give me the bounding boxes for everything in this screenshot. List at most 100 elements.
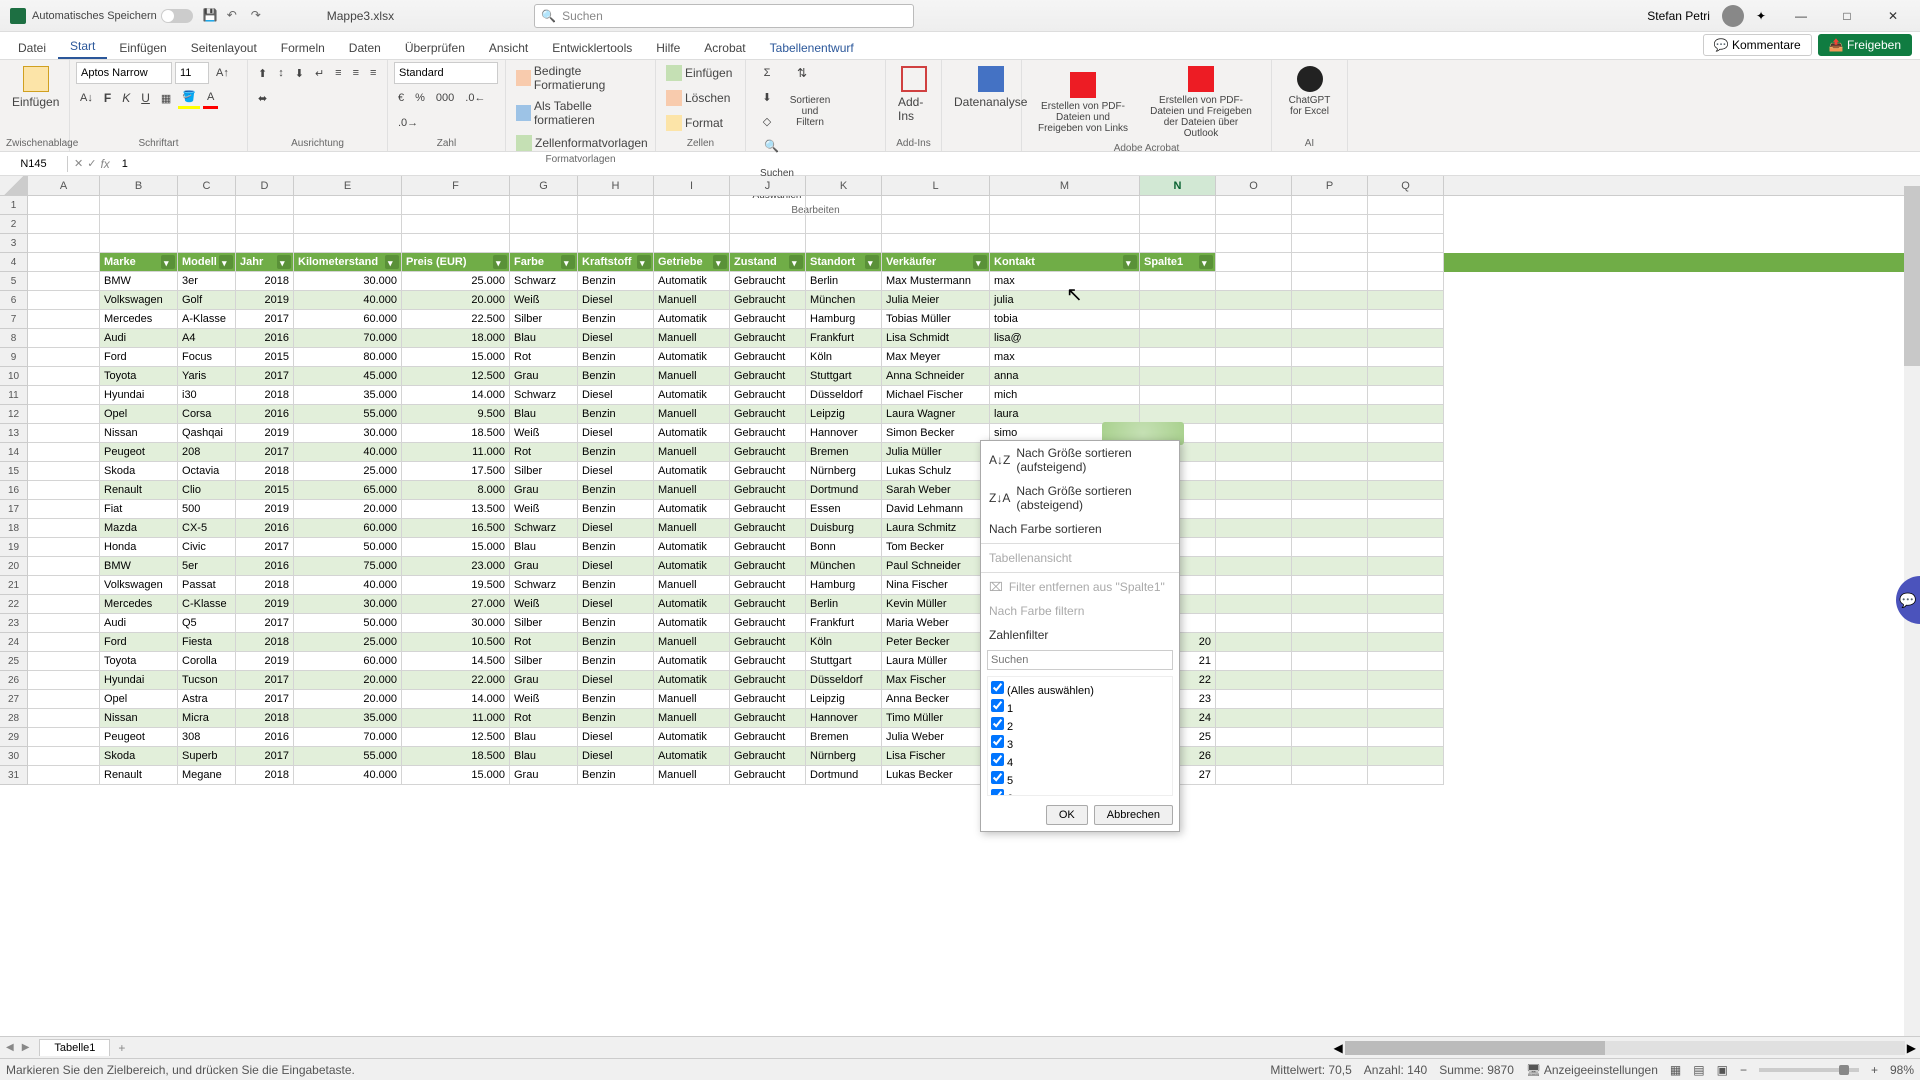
cell[interactable]: [1140, 272, 1216, 291]
cell[interactable]: [28, 538, 100, 557]
cell[interactable]: [28, 367, 100, 386]
font-size-select[interactable]: 11: [175, 62, 209, 84]
cell[interactable]: Octavia: [178, 462, 236, 481]
cell[interactable]: Max Fischer: [882, 671, 990, 690]
cell[interactable]: [28, 595, 100, 614]
cell[interactable]: Toyota: [100, 367, 178, 386]
cell[interactable]: [1140, 310, 1216, 329]
filter-dropdown-icon[interactable]: [637, 255, 651, 269]
cell[interactable]: [806, 215, 882, 234]
save-icon[interactable]: 💾: [203, 8, 219, 24]
cell[interactable]: [1140, 348, 1216, 367]
cell[interactable]: [1216, 291, 1292, 310]
view-normal-icon[interactable]: ▦: [1670, 1063, 1681, 1077]
row-header[interactable]: 1: [0, 196, 28, 215]
cell[interactable]: Julia Müller: [882, 443, 990, 462]
chatgpt-button[interactable]: ChatGPT for Excel: [1278, 62, 1341, 121]
cell[interactable]: [1292, 272, 1368, 291]
cell[interactable]: [28, 709, 100, 728]
cell[interactable]: Maria Weber: [882, 614, 990, 633]
row-header[interactable]: 16: [0, 481, 28, 500]
merge-icon[interactable]: ⬌: [254, 87, 271, 109]
cell[interactable]: 25.000: [402, 272, 510, 291]
cell[interactable]: [1368, 272, 1444, 291]
table-header[interactable]: Kraftstoff: [578, 253, 654, 272]
cell[interactable]: Automatik: [654, 671, 730, 690]
cell[interactable]: Benzin: [578, 481, 654, 500]
cell[interactable]: [730, 215, 806, 234]
cell[interactable]: [402, 234, 510, 253]
cell[interactable]: [28, 652, 100, 671]
cell[interactable]: [1368, 481, 1444, 500]
cell[interactable]: [178, 196, 236, 215]
cell[interactable]: Gebraucht: [730, 500, 806, 519]
cell[interactable]: Benzin: [578, 538, 654, 557]
cell[interactable]: Anna Schneider: [882, 367, 990, 386]
cell[interactable]: Schwarz: [510, 386, 578, 405]
cell[interactable]: [28, 215, 100, 234]
cell[interactable]: [402, 215, 510, 234]
cell[interactable]: [1292, 595, 1368, 614]
cell[interactable]: [1216, 595, 1292, 614]
row-header[interactable]: 22: [0, 595, 28, 614]
increase-font-icon[interactable]: A↑: [212, 62, 233, 84]
fill-icon[interactable]: ⬇: [752, 86, 782, 108]
cell[interactable]: [28, 519, 100, 538]
cell[interactable]: [578, 234, 654, 253]
cell[interactable]: Michael Fischer: [882, 386, 990, 405]
cell[interactable]: [1216, 614, 1292, 633]
cell[interactable]: Gebraucht: [730, 462, 806, 481]
cell[interactable]: Hyundai: [100, 386, 178, 405]
cell[interactable]: [294, 234, 402, 253]
filter-search-input[interactable]: [987, 650, 1173, 670]
cell[interactable]: [1368, 766, 1444, 785]
cell[interactable]: [1216, 481, 1292, 500]
cell[interactable]: 15.000: [402, 538, 510, 557]
cell[interactable]: Leipzig: [806, 405, 882, 424]
cell[interactable]: 2019: [236, 595, 294, 614]
cell[interactable]: Schwarz: [510, 272, 578, 291]
cell[interactable]: 2016: [236, 329, 294, 348]
cell[interactable]: lisa@: [990, 329, 1140, 348]
cell[interactable]: Weiß: [510, 500, 578, 519]
sort-descending-item[interactable]: Z↓ANach Größe sortieren (absteigend): [981, 479, 1179, 517]
table-header[interactable]: Farbe: [510, 253, 578, 272]
cell[interactable]: 2017: [236, 747, 294, 766]
cell[interactable]: Manuell: [654, 576, 730, 595]
cell[interactable]: Automatik: [654, 652, 730, 671]
cell[interactable]: Silber: [510, 652, 578, 671]
close-icon[interactable]: ✕: [1870, 0, 1916, 32]
cell[interactable]: Benzin: [578, 576, 654, 595]
cell[interactable]: [1292, 671, 1368, 690]
cell[interactable]: Benzin: [578, 614, 654, 633]
cell[interactable]: Astra: [178, 690, 236, 709]
cell[interactable]: [28, 633, 100, 652]
cell[interactable]: Berlin: [806, 595, 882, 614]
align-top-icon[interactable]: ⬆: [254, 62, 271, 84]
cell[interactable]: [1216, 538, 1292, 557]
cell[interactable]: Gebraucht: [730, 424, 806, 443]
row-header[interactable]: 7: [0, 310, 28, 329]
cell[interactable]: Automatik: [654, 462, 730, 481]
row-header[interactable]: 28: [0, 709, 28, 728]
data-analysis-button[interactable]: Datenanalyse: [948, 62, 1033, 113]
column-header-Q[interactable]: Q: [1368, 176, 1444, 195]
cell[interactable]: 208: [178, 443, 236, 462]
cell[interactable]: Superb: [178, 747, 236, 766]
cell[interactable]: Manuell: [654, 633, 730, 652]
cell[interactable]: Volkswagen: [100, 291, 178, 310]
filter-dropdown-icon[interactable]: [219, 255, 233, 269]
cell[interactable]: [1292, 196, 1368, 215]
cell[interactable]: Manuell: [654, 291, 730, 310]
cell[interactable]: [1216, 367, 1292, 386]
cell[interactable]: Max Mustermann: [882, 272, 990, 291]
cell[interactable]: [1292, 538, 1368, 557]
cell[interactable]: 2015: [236, 481, 294, 500]
cell[interactable]: Manuell: [654, 367, 730, 386]
cell[interactable]: [1292, 462, 1368, 481]
cell[interactable]: [1216, 500, 1292, 519]
column-header-L[interactable]: L: [882, 176, 990, 195]
wrap-text-icon[interactable]: ↵: [311, 62, 328, 84]
cell[interactable]: [1368, 348, 1444, 367]
cell[interactable]: 2018: [236, 386, 294, 405]
